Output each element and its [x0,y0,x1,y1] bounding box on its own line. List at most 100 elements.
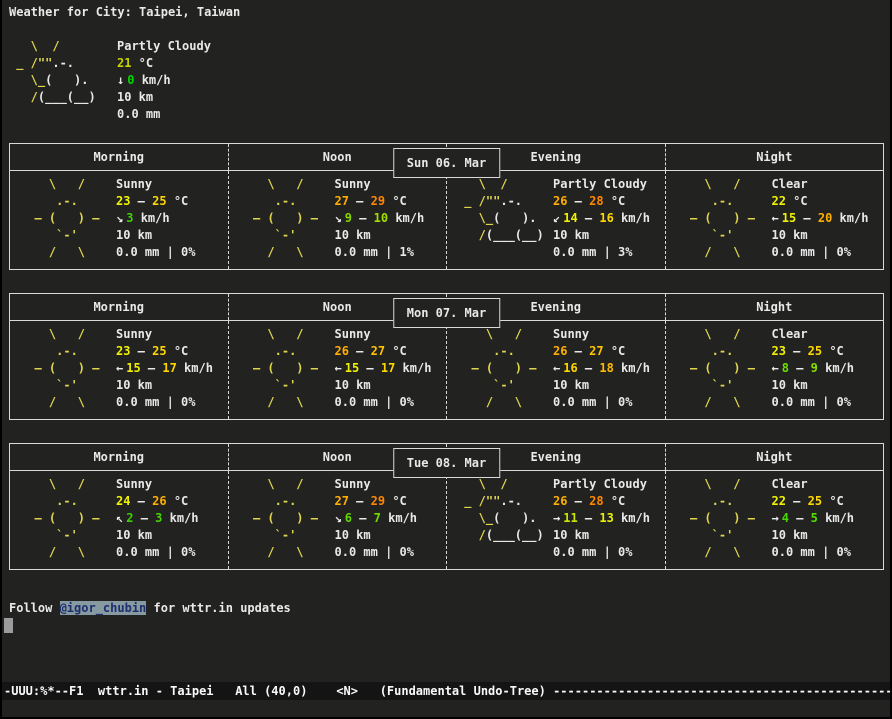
temp-unit: °C [385,344,407,358]
wind-unit: km/h [818,361,854,375]
art-segment: – ( ) – [239,211,318,225]
art-segment: – ( ) – [239,511,318,525]
footer-note: Follow @igor_chubin for wttr.in updates [9,600,890,617]
weather-art-sunny-icon: \ / .-. – ( ) – `-' / \ [666,176,772,261]
temperature-range: 27 – 29 °C [335,493,418,510]
temp-unit: °C [822,344,844,358]
range-separator: – [786,494,808,508]
wind-low: 4 [782,511,789,525]
art-segment: \ / [457,477,508,491]
temperature-range: 26 – 27 °C [553,343,650,360]
wind-unit: km/h [395,361,431,375]
visibility-value: 10 km [335,227,425,244]
art-segment: \ / [20,477,85,491]
temperature-range: 24 – 26 °C [116,493,199,510]
art-segment: .-. [500,194,522,208]
art-segment: .-. [20,194,78,208]
art-segment: / [457,528,486,542]
range-separator: – [578,211,600,225]
art-segment: `-' [676,528,734,542]
temperature-range: 23 – 25 °C [116,343,213,360]
wind-high: 10 [374,211,388,225]
art-segment: \ / [239,327,304,341]
condition-label: Sunny [553,326,650,343]
temp-high: 28 [589,194,603,208]
temperature-range: 26 – 27 °C [335,343,432,360]
wind-unit: km/h [614,361,650,375]
wind-speed: ←16 – 18 km/h [553,360,650,377]
art-segment: – ( ) – [239,361,318,375]
art-segment: \ / [239,477,304,491]
visibility-value: 10 km [116,227,195,244]
forecast-cell: \ / _ /"".-. \_( ). /(___(__) Partly Clo… [447,171,666,269]
condition-label: Sunny [116,176,195,193]
art-segment: `-' [20,528,78,542]
temp-high: 29 [371,194,385,208]
visibility-value: 10 km [772,527,855,544]
forecast-cell: \ / .-. – ( ) – `-' / \ Sunny26 – 27 °C←… [229,321,448,419]
forecast-details: Clear23 – 25 °C←8 – 9 km/h10 km0.0 mm | … [772,326,855,411]
wind-direction-arrow-icon: → [553,511,560,525]
temperature-range: 26 – 28 °C [553,493,650,510]
temp-unit: °C [822,494,844,508]
temp-low: 23 [116,344,130,358]
wind-unit: km/h [133,211,169,225]
precipitation-value: 0.0 mm | 0% [553,394,650,411]
temp-unit: °C [604,344,626,358]
art-segment: \ / [676,177,741,191]
twitter-handle-link[interactable]: @igor_chubin [60,601,147,615]
wind-high: 9 [811,361,818,375]
wind-high: 18 [599,361,613,375]
empty-line [4,618,890,635]
art-segment: – ( ) – [457,361,536,375]
wind-unit: km/h [162,511,198,525]
forecast-details: Clear22 °C←15 – 20 km/h10 km0.0 mm | 0% [772,176,869,261]
temp-unit: °C [385,194,407,208]
forecast-details: Partly Cloudy26 – 28 °C↙14 – 16 km/h10 k… [553,176,650,261]
art-segment: .-. [676,194,734,208]
forecast-details: Sunny26 – 27 °C←16 – 18 km/h10 km0.0 mm … [553,326,650,411]
weather-art-sunny-icon: \ / .-. – ( ) – `-' / \ [229,476,335,561]
art-segment: – ( ) – [20,361,99,375]
date-box: Tue 08. Mar [393,448,500,478]
art-segment: .-. [20,344,78,358]
visibility-value: 10 km [116,527,199,544]
range-separator: – [359,361,381,375]
forecast-cell: \ / .-. – ( ) – `-' / \ Sunny27 – 29 °C↘… [229,471,448,569]
weather-art-sunny-icon: \ / .-. – ( ) – `-' / \ [10,476,116,561]
temperature-range: 23 – 25 °C [116,193,195,210]
art-segment: .-. [457,344,515,358]
forecast-details: Sunny24 – 26 °C↖2 – 3 km/h10 km0.0 mm | … [116,476,199,561]
art-segment: .-. [239,194,297,208]
wind-high: 17 [162,361,176,375]
precipitation-value: 0.0 mm | 0% [116,544,199,561]
precipitation-value: 0.0 mm | 0% [772,244,869,261]
temp-high: 25 [808,344,822,358]
modeline-position: All (40,0) [235,684,307,698]
visibility-value: 10 km [335,527,418,544]
wind-speed: ↙14 – 16 km/h [553,210,650,227]
art-segment: `-' [239,528,297,542]
weather-art-sunny-icon: \ / .-. – ( ) – `-' / \ [10,176,116,261]
weather-art-sunny-icon: \ / .-. – ( ) – `-' / \ [229,326,335,411]
table-content-row: \ / .-. – ( ) – `-' / \ Sunny 23 – 25 °C ←… [10,321,883,419]
visibility-value: 10 km [772,227,869,244]
temp-unit: °C [786,194,808,208]
wind-speed: ↘9 – 10 km/h [335,210,425,227]
wind-low: 8 [782,361,789,375]
temp-low: 26 [335,344,349,358]
art-segment: / \ [676,245,741,259]
range-separator: – [349,194,371,208]
wind-low: 9 [345,211,352,225]
art-segment: .-. [20,494,78,508]
art-segment: (___(__) [486,528,544,542]
temp-unit: °C [385,494,407,508]
wind-direction-arrow-icon: ↙ [553,211,560,225]
wind-unit: km/h [818,511,854,525]
visibility-value: 10 km [553,227,650,244]
temp-low: 22 [772,194,786,208]
temp-high: 26 [152,494,166,508]
art-segment: \_ [9,73,45,87]
forecast-details: Clear22 – 25 °C→4 – 5 km/h10 km0.0 mm | … [772,476,855,561]
precipitation-value: 0.0 mm [117,106,211,123]
